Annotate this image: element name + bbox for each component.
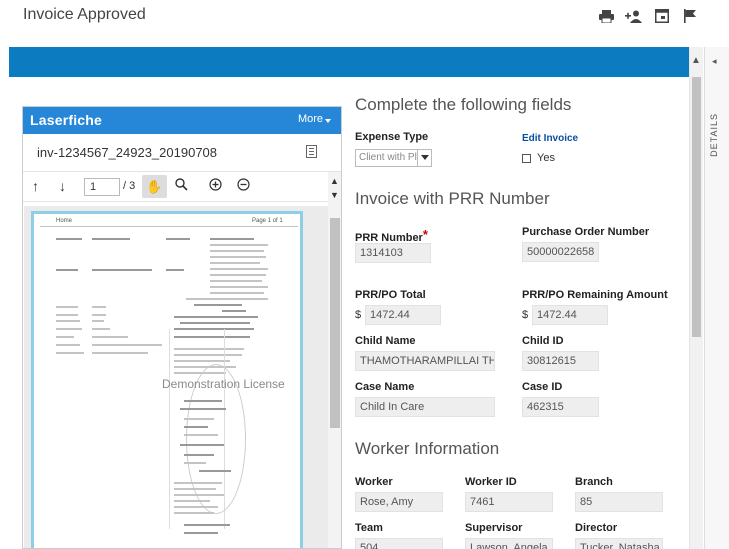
scroll-down-icon[interactable]: ▼	[330, 190, 339, 200]
viewer-scrollbar-thumb[interactable]	[330, 218, 340, 428]
case-name-label: Case Name	[355, 381, 415, 393]
prr-po-total-field[interactable]: 1472.44	[365, 305, 441, 325]
prr-po-remaining-label: PRR/PO Remaining Amount	[522, 289, 668, 301]
currency-symbol: $	[522, 309, 529, 321]
page-total: / 3	[123, 180, 136, 192]
flag-icon[interactable]	[681, 8, 699, 24]
scroll-up-icon[interactable]: ▲	[330, 176, 339, 186]
child-id-label: Child ID	[522, 335, 564, 347]
prr-po-total-label: PRR/PO Total	[355, 289, 426, 301]
case-name-field[interactable]: Child In Care	[355, 397, 495, 417]
zoom-out-icon[interactable]	[237, 178, 250, 194]
child-id-field[interactable]: 30812615	[522, 351, 599, 371]
case-id-field[interactable]: 462315	[522, 397, 599, 417]
currency-symbol: $	[355, 309, 362, 321]
title-bar: Invoice Approved	[0, 0, 729, 40]
expense-type-select[interactable]: Client with Pl	[355, 149, 432, 167]
magnifier-icon[interactable]	[175, 178, 188, 194]
required-marker-icon: *	[422, 227, 428, 242]
edit-invoice-checkbox[interactable]: Yes	[522, 152, 555, 164]
worker-label: Worker	[355, 476, 393, 488]
team-label: Team	[355, 522, 383, 534]
details-tab-label: DETAILS	[709, 113, 719, 157]
case-id-label: Case ID	[522, 381, 563, 393]
scroll-up-icon[interactable]: ▲	[691, 55, 701, 66]
supervisor-field[interactable]: Lawson, Angela	[465, 538, 553, 549]
section-title-complete-fields: Complete the following fields	[355, 95, 572, 114]
window-icon[interactable]	[653, 8, 671, 24]
file-name: inv-1234567_24923_20190708	[37, 145, 218, 160]
viewer-header: Laserfiche More	[23, 107, 341, 134]
prr-number-label: PRR Number*	[355, 227, 428, 244]
demo-watermark: Demonstration License	[162, 377, 285, 391]
purchase-order-number-label: Purchase Order Number	[522, 226, 650, 238]
page-header-right: Page 1 of 1	[252, 218, 283, 224]
edit-invoice-option: Yes	[537, 152, 555, 164]
supervisor-label: Supervisor	[465, 522, 523, 534]
main-scrollbar-thumb[interactable]	[692, 77, 701, 337]
child-name-field[interactable]: THAMOTHARAMPILLAI THIF	[355, 351, 495, 371]
director-field[interactable]: Tucker, Natasha	[575, 538, 663, 549]
window-title: Invoice Approved	[23, 6, 146, 23]
document-viewer: Laserfiche More inv-1234567_24923_201907…	[22, 106, 342, 549]
details-tab[interactable]: ◂ DETAILS	[704, 47, 729, 549]
page-header-left: Home	[56, 218, 73, 224]
viewer-scrollbar[interactable]: ▲ ▼	[328, 172, 341, 548]
zoom-in-icon[interactable]	[209, 178, 222, 194]
expense-type-label: Expense Type	[355, 131, 429, 143]
worker-field[interactable]: Rose, Amy	[355, 492, 443, 512]
page-area[interactable]: Home Page 1 of 1 Demonstration License	[24, 206, 328, 548]
purchase-order-number-field[interactable]: 50000022658	[522, 242, 599, 262]
toolbar-icons	[597, 8, 699, 24]
page-number-input[interactable]: 1	[84, 178, 120, 196]
file-name-row: inv-1234567_24923_20190708	[23, 134, 341, 172]
form-header-bar	[9, 47, 689, 77]
section-title-invoice-prr: Invoice with PRR Number	[355, 189, 550, 208]
branch-label: Branch	[575, 476, 613, 488]
worker-id-field[interactable]: 7461	[465, 492, 553, 512]
child-name-label: Child Name	[355, 335, 416, 347]
invoice-form: Complete the following fields Expense Ty…	[355, 90, 685, 549]
branch-field[interactable]: 85	[575, 492, 663, 512]
director-label: Director	[575, 522, 618, 534]
expense-type-value: Client with Pl	[359, 152, 417, 163]
chevron-down-icon[interactable]	[417, 150, 431, 166]
next-page-icon[interactable]: ↓	[59, 178, 66, 194]
document-page: Home Page 1 of 1 Demonstration License	[31, 211, 303, 548]
section-title-worker-info: Worker Information	[355, 439, 500, 458]
checkbox-icon[interactable]	[522, 153, 531, 163]
prr-number-field[interactable]: 1314103	[355, 243, 431, 263]
document-icon[interactable]	[306, 145, 317, 158]
edit-invoice-label: Edit Invoice	[522, 133, 579, 144]
team-field[interactable]: 504	[355, 538, 443, 549]
worker-id-label: Worker ID	[465, 476, 517, 488]
main-scrollbar[interactable]: ▲	[689, 47, 703, 549]
laserfiche-logo: Laserfiche	[30, 112, 103, 128]
caret-down-icon[interactable]	[325, 119, 331, 123]
pan-hand-icon[interactable]: ✋	[142, 175, 167, 198]
print-icon[interactable]	[597, 8, 615, 24]
more-menu-button[interactable]: More	[298, 113, 323, 125]
assign-user-icon[interactable]	[625, 8, 643, 24]
prr-po-remaining-field[interactable]: 1472.44	[532, 305, 608, 325]
chevron-left-icon[interactable]: ◂	[712, 56, 717, 67]
viewer-toolbar: ↑ ↓ 1 / 3 ✋	[23, 172, 341, 202]
prev-page-icon[interactable]: ↑	[32, 178, 39, 194]
